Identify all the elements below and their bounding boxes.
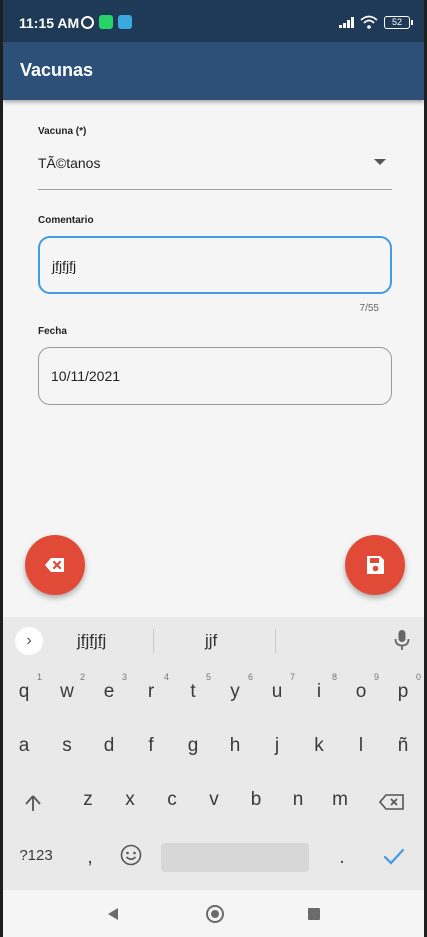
soft-keyboard: › jfjfjfj jjf q1 w2 e3 r4 t5 y6 u7 i8 o9…	[3, 617, 424, 890]
suggestion-1[interactable]: jfjfjfj	[77, 631, 106, 651]
navigation-bar	[3, 890, 424, 937]
telegram-icon	[118, 15, 132, 29]
dropdown-arrow-icon	[374, 159, 386, 165]
suggestion-bar: › jfjfjfj jjf	[3, 617, 424, 664]
done-check-icon[interactable]	[383, 847, 405, 867]
comentario-value: jfjfjfj	[52, 258, 77, 274]
status-time: 11:15 AM	[19, 15, 80, 31]
vacuna-label: Vacuna (*)	[38, 126, 87, 137]
key-n[interactable]: n	[283, 789, 313, 811]
key-v[interactable]: v	[199, 789, 229, 811]
key-t[interactable]: t5	[178, 672, 211, 703]
app-bar: Vacunas	[3, 42, 424, 100]
battery-icon: 52	[384, 15, 413, 29]
suggestion-divider	[153, 629, 154, 653]
comentario-label: Comentario	[38, 215, 94, 226]
backspace-key[interactable]	[379, 793, 405, 811]
clear-button[interactable]	[25, 535, 85, 595]
status-icons-left	[81, 15, 132, 29]
key-d[interactable]: d	[94, 735, 124, 757]
key-h[interactable]: h	[220, 735, 250, 757]
symbols-key[interactable]: ?123	[13, 847, 59, 864]
key-x[interactable]: x	[115, 789, 145, 811]
key-c[interactable]: c	[157, 789, 187, 811]
suggestion-2[interactable]: jjf	[205, 631, 217, 651]
suggestion-divider	[275, 629, 276, 653]
key-z[interactable]: z	[73, 789, 103, 811]
key-u[interactable]: u7	[262, 672, 295, 703]
vacuna-selected-value: TÃ©tanos	[38, 155, 101, 171]
key-a[interactable]: a	[9, 735, 39, 757]
status-icons-right: 52	[339, 15, 413, 29]
app-title: Vacunas	[20, 60, 94, 80]
period-key[interactable]: .	[327, 847, 357, 869]
key-e[interactable]: e3	[94, 672, 127, 703]
key-n-tilde[interactable]: ñ	[388, 735, 418, 757]
fecha-input[interactable]: 10/11/2021	[38, 347, 392, 405]
wifi-icon	[360, 15, 378, 29]
key-l[interactable]: l	[346, 735, 376, 757]
key-k[interactable]: k	[304, 735, 334, 757]
key-w[interactable]: w2	[52, 672, 85, 703]
phone-screen: 11:15 AM 52 Vacunas Vacuna (*) TÃ©tanos …	[3, 0, 424, 937]
back-icon[interactable]	[108, 908, 118, 920]
key-p[interactable]: p0	[388, 672, 421, 703]
fecha-label: Fecha	[38, 326, 67, 337]
key-i[interactable]: i8	[304, 672, 337, 703]
space-key[interactable]	[161, 843, 309, 872]
vacuna-dropdown[interactable]: TÃ©tanos	[38, 148, 392, 190]
key-q[interactable]: q1	[9, 672, 42, 703]
fecha-value: 10/11/2021	[51, 368, 121, 384]
whatsapp-icon	[99, 15, 113, 29]
comentario-input[interactable]: jfjfjfj	[38, 236, 392, 294]
key-s[interactable]: s	[52, 735, 82, 757]
key-y[interactable]: y6	[220, 672, 253, 703]
backspace-icon	[45, 558, 64, 572]
key-o[interactable]: o9	[346, 672, 379, 703]
alarm-icon	[81, 15, 94, 29]
comma-key[interactable]: ,	[75, 847, 105, 869]
expand-suggestions-button[interactable]: ›	[15, 627, 43, 655]
key-j[interactable]: j	[262, 735, 292, 757]
key-b[interactable]: b	[241, 789, 271, 811]
key-m[interactable]: m	[325, 789, 355, 811]
home-icon[interactable]	[206, 905, 224, 923]
microphone-icon[interactable]	[394, 629, 410, 651]
signal-icon	[339, 16, 354, 28]
recents-icon[interactable]	[308, 908, 320, 920]
save-icon	[367, 556, 384, 574]
key-r[interactable]: r4	[136, 672, 169, 703]
save-button[interactable]	[345, 535, 405, 595]
key-f[interactable]: f	[136, 735, 166, 757]
comentario-char-counter: 7/55	[359, 303, 379, 314]
shift-key[interactable]	[23, 793, 43, 813]
key-g[interactable]: g	[178, 735, 208, 757]
emoji-key[interactable]	[119, 843, 143, 867]
status-bar: 11:15 AM 52	[3, 0, 424, 42]
